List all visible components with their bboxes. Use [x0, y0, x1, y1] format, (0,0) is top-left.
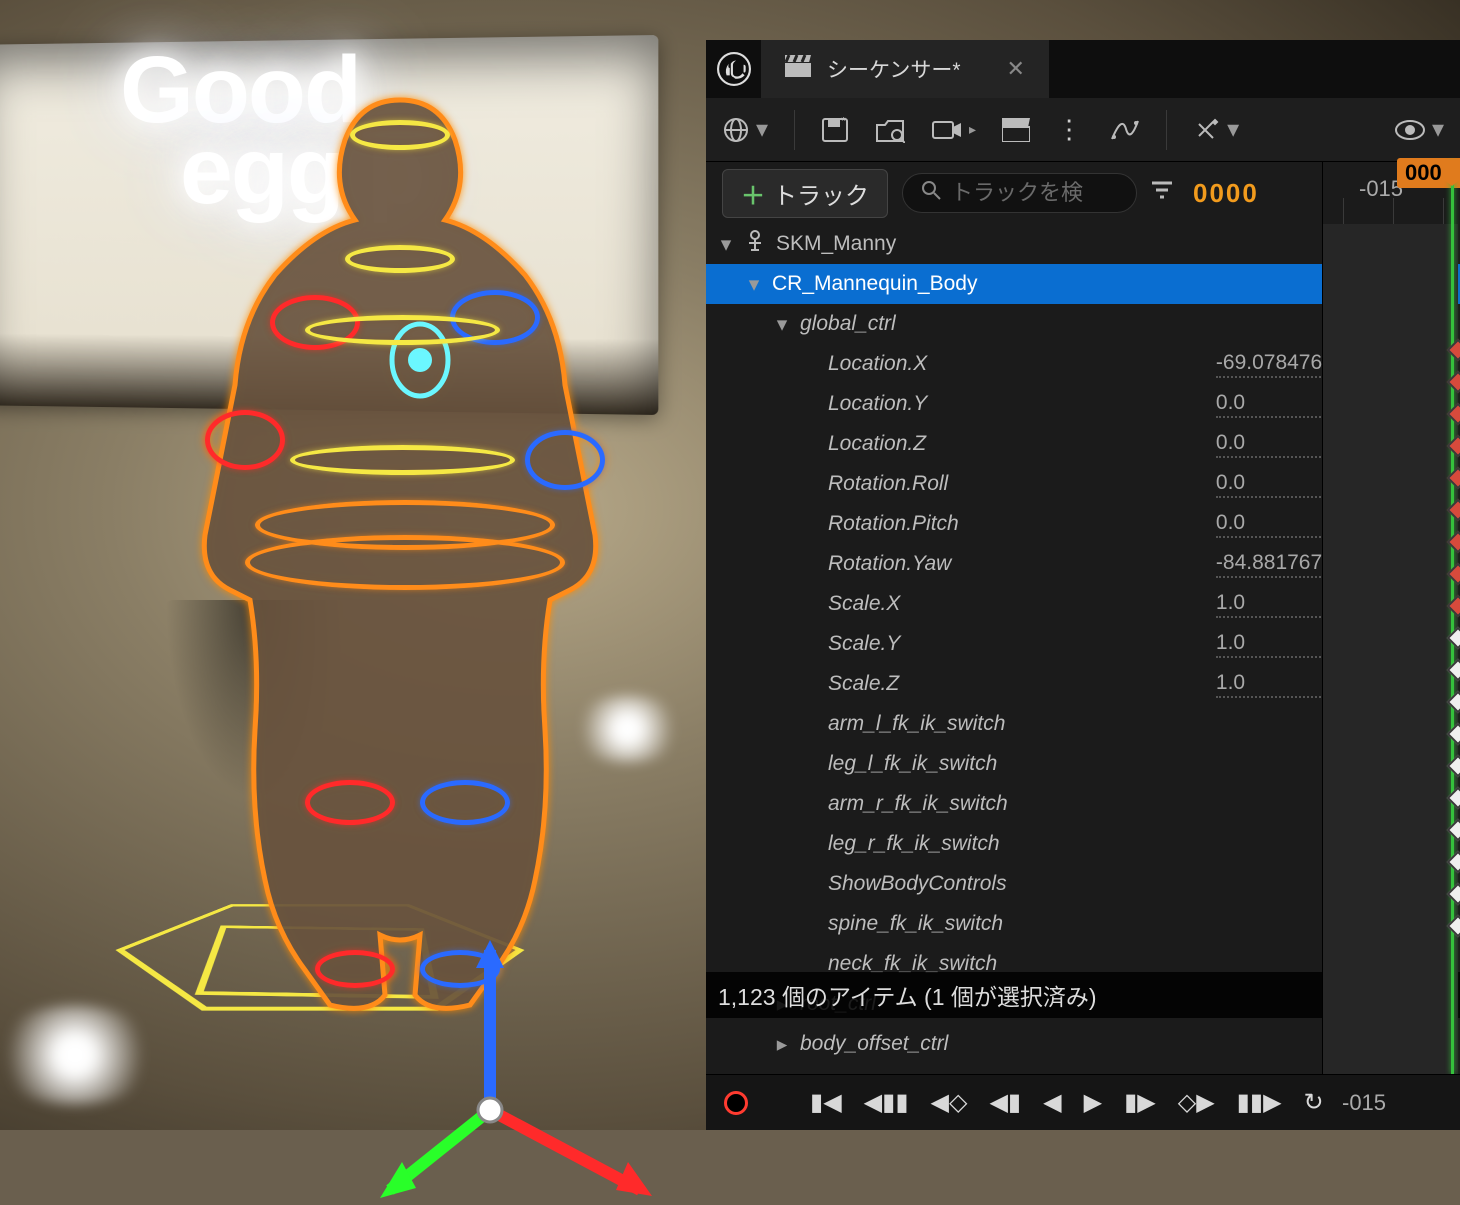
curve-editor-icon[interactable]: [1110, 117, 1140, 143]
timeline-footer: -015: [1322, 1074, 1460, 1130]
transform-gizmo[interactable]: [380, 940, 680, 1200]
next-key-button[interactable]: ▮▮▶: [1237, 1088, 1282, 1117]
tab-title: シーケンサー*: [827, 54, 961, 84]
close-icon[interactable]: ✕: [1007, 56, 1025, 82]
current-frame-field[interactable]: 0000: [1193, 178, 1259, 209]
more-icon[interactable]: ⋮: [1056, 114, 1084, 145]
save-icon[interactable]: *: [821, 117, 849, 143]
track-label: Scale.Z: [828, 672, 1206, 696]
prev-key-alt-button[interactable]: ◀◇: [931, 1088, 968, 1117]
track-label: Location.Y: [828, 392, 1206, 416]
visibility-icon[interactable]: ▾: [1394, 115, 1444, 144]
track-label: leg_l_fk_ik_switch: [828, 752, 1342, 776]
mannequin-rig[interactable]: [150, 80, 650, 1040]
track-label: Rotation.Yaw: [828, 552, 1206, 576]
track-label: leg_r_fk_ik_switch: [828, 832, 1342, 856]
add-track-button[interactable]: ＋ トラック: [722, 169, 888, 218]
step-back-button[interactable]: ◀▮: [989, 1088, 1021, 1117]
track-label: Rotation.Roll: [828, 472, 1206, 496]
time-ruler[interactable]: -015 0000: [1323, 162, 1458, 224]
track-label: Location.Z: [828, 432, 1206, 456]
track-label: Scale.X: [828, 592, 1206, 616]
svg-text:*: *: [841, 117, 846, 128]
play-button[interactable]: ▶: [1084, 1088, 1102, 1117]
clapper-icon[interactable]: [1002, 118, 1030, 142]
skeleton-icon: [744, 230, 766, 258]
sequencer-panel: シーケンサー* ✕ ▾ * ▸ ⋮ ▾ ▾ ＋ トラック: [706, 40, 1460, 1130]
track-label: Rotation.Pitch: [828, 512, 1206, 536]
expand-caret-icon[interactable]: [746, 272, 762, 297]
loop-button[interactable]: ↻: [1304, 1088, 1324, 1118]
folder-search-icon[interactable]: [875, 117, 905, 143]
clapper-icon: [785, 55, 811, 83]
footer-frame: -015: [1342, 1090, 1386, 1116]
track-label: thigh_l_fk_ctrl: [800, 1072, 1376, 1074]
play-reverse-button[interactable]: ◀: [1043, 1088, 1061, 1117]
expand-caret-icon[interactable]: [774, 312, 790, 337]
track-label: Scale.Y: [828, 632, 1206, 656]
expand-caret-icon[interactable]: [774, 1032, 790, 1057]
record-button[interactable]: [724, 1091, 748, 1115]
camera-icon[interactable]: ▸: [931, 118, 976, 142]
track-label: arm_l_fk_ik_switch: [828, 712, 1342, 736]
plus-icon: ＋: [741, 176, 765, 211]
chevron-down-icon: ▾: [756, 115, 768, 144]
go-to-start-button[interactable]: ▮◀: [810, 1088, 842, 1117]
expand-caret-icon[interactable]: [774, 1072, 790, 1075]
add-track-label: トラック: [773, 176, 869, 211]
world-button[interactable]: ▾: [722, 115, 768, 144]
tab-sequencer[interactable]: シーケンサー* ✕: [761, 40, 1049, 98]
playhead[interactable]: [1451, 162, 1454, 1074]
expand-caret-icon[interactable]: [718, 232, 734, 257]
track-label: CR_Mannequin_Body: [772, 272, 1412, 296]
track-label: SKM_Manny: [776, 232, 1412, 256]
track-label: global_ctrl: [800, 312, 1376, 336]
track-label: spine_fk_ik_switch: [828, 912, 1342, 936]
search-field[interactable]: [951, 180, 1118, 206]
track-label: Location.X: [828, 352, 1206, 376]
track-label: ShowBodyControls: [828, 872, 1342, 896]
settings-icon[interactable]: ▾: [1193, 115, 1239, 144]
filter-icon[interactable]: [1151, 179, 1173, 207]
timeline[interactable]: -015 0000: [1322, 162, 1458, 1074]
step-fwd-button[interactable]: ▮▶: [1124, 1088, 1156, 1117]
track-label: body_offset_ctrl: [800, 1032, 1376, 1056]
toolbar: ▾ * ▸ ⋮ ▾ ▾: [706, 98, 1460, 162]
track-label: arm_r_fk_ik_switch: [828, 792, 1342, 816]
next-key-alt-button[interactable]: ◇▶: [1178, 1088, 1215, 1117]
tab-bar: シーケンサー* ✕: [706, 40, 1460, 98]
unreal-logo-icon[interactable]: [706, 40, 761, 98]
prev-key-button[interactable]: ◀▮▮: [864, 1088, 909, 1117]
search-icon: [921, 180, 941, 206]
search-input[interactable]: [902, 173, 1137, 213]
